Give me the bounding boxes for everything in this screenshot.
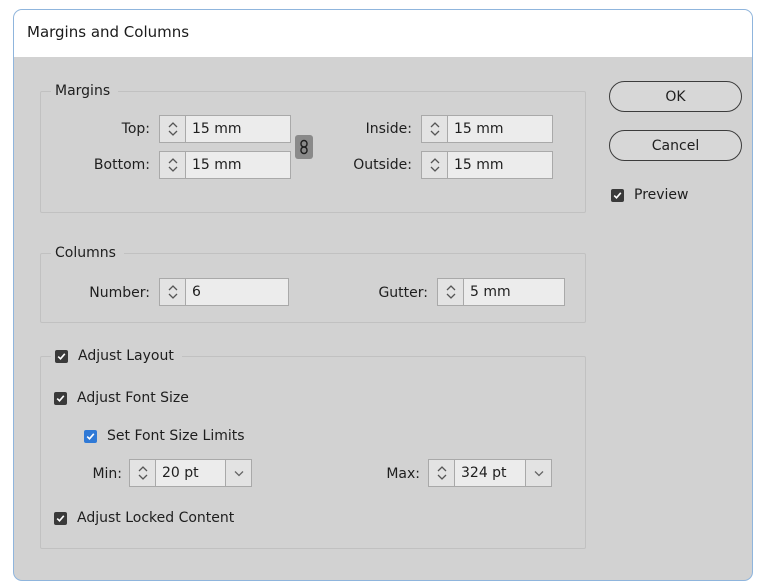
adjust-locked-content-option[interactable]: Adjust Locked Content xyxy=(54,508,234,528)
adjust-font-size-label: Adjust Font Size xyxy=(77,390,189,406)
bottom-input[interactable]: 15 mm xyxy=(185,151,291,179)
preview-option[interactable]: Preview xyxy=(611,185,689,205)
min-field: 20 pt xyxy=(129,459,252,487)
checkmark-icon xyxy=(57,352,66,360)
preview-checkbox[interactable] xyxy=(611,188,624,202)
spinner-arrows-icon xyxy=(430,158,439,172)
chain-link-icon xyxy=(300,139,308,155)
outside-spinner[interactable] xyxy=(421,151,447,179)
spinner-arrows-icon xyxy=(168,122,177,136)
margins-and-columns-dialog: Margins and Columns Margins Top: 15 mm B… xyxy=(13,9,753,581)
inside-input[interactable]: 15 mm xyxy=(447,115,553,143)
max-input[interactable]: 324 pt xyxy=(454,459,526,487)
spinner-arrows-icon xyxy=(138,466,147,480)
cancel-button[interactable]: Cancel xyxy=(609,130,742,161)
top-label: Top: xyxy=(121,121,150,137)
min-spinner[interactable] xyxy=(129,459,155,487)
adjust-layout-legend[interactable]: Adjust Layout xyxy=(51,346,182,366)
ok-button[interactable]: OK xyxy=(609,81,742,112)
adjust-locked-content-checkbox[interactable] xyxy=(54,511,67,525)
columns-legend: Columns xyxy=(51,243,124,263)
gutter-field: 5 mm xyxy=(437,278,565,306)
max-label: Max: xyxy=(386,466,420,482)
checkmark-icon xyxy=(86,432,95,440)
gutter-label: Gutter: xyxy=(378,285,428,301)
min-input[interactable]: 20 pt xyxy=(155,459,226,487)
max-spinner[interactable] xyxy=(428,459,454,487)
chevron-down-icon xyxy=(534,470,543,476)
min-dropdown-button[interactable] xyxy=(226,459,252,487)
bottom-label: Bottom: xyxy=(93,157,150,173)
top-spinner[interactable] xyxy=(159,115,185,143)
spinner-arrows-icon xyxy=(168,158,177,172)
link-margins-button[interactable] xyxy=(295,135,313,159)
preview-label: Preview xyxy=(634,187,689,203)
set-font-size-limits-label: Set Font Size Limits xyxy=(107,428,245,444)
set-font-size-limits-checkbox[interactable] xyxy=(84,429,97,443)
top-input[interactable]: 15 mm xyxy=(185,115,291,143)
spinner-arrows-icon xyxy=(430,122,439,136)
dialog-title: Margins and Columns xyxy=(27,23,190,41)
spinner-arrows-icon xyxy=(168,285,177,299)
gutter-input[interactable]: 5 mm xyxy=(463,278,565,306)
spinner-arrows-icon xyxy=(437,466,446,480)
adjust-layout-label: Adjust Layout xyxy=(78,348,174,364)
outside-input[interactable]: 15 mm xyxy=(447,151,553,179)
inside-field: 15 mm xyxy=(421,115,553,143)
bottom-field: 15 mm xyxy=(159,151,291,179)
inside-label: Inside: xyxy=(365,121,412,137)
chevron-down-icon xyxy=(234,470,243,476)
number-spinner[interactable] xyxy=(159,278,185,306)
top-field: 15 mm xyxy=(159,115,291,143)
bottom-spinner[interactable] xyxy=(159,151,185,179)
spinner-arrows-icon xyxy=(446,285,455,299)
adjust-font-size-option[interactable]: Adjust Font Size xyxy=(54,388,189,408)
checkmark-icon xyxy=(56,514,65,522)
adjust-locked-content-label: Adjust Locked Content xyxy=(77,510,235,526)
outside-field: 15 mm xyxy=(421,151,553,179)
outside-label: Outside: xyxy=(353,157,412,173)
margins-legend: Margins xyxy=(51,81,119,101)
title-bar: Margins and Columns xyxy=(14,10,752,57)
min-label: Min: xyxy=(92,466,122,482)
checkmark-icon xyxy=(613,191,622,199)
inside-spinner[interactable] xyxy=(421,115,447,143)
gutter-spinner[interactable] xyxy=(437,278,463,306)
max-dropdown-button[interactable] xyxy=(526,459,552,487)
checkmark-icon xyxy=(56,394,65,402)
number-label: Number: xyxy=(89,285,150,301)
set-font-size-limits-option[interactable]: Set Font Size Limits xyxy=(84,426,245,446)
max-field: 324 pt xyxy=(428,459,552,487)
adjust-font-size-checkbox[interactable] xyxy=(54,391,67,405)
number-field: 6 xyxy=(159,278,289,306)
adjust-layout-checkbox[interactable] xyxy=(55,349,68,363)
number-input[interactable]: 6 xyxy=(185,278,289,306)
